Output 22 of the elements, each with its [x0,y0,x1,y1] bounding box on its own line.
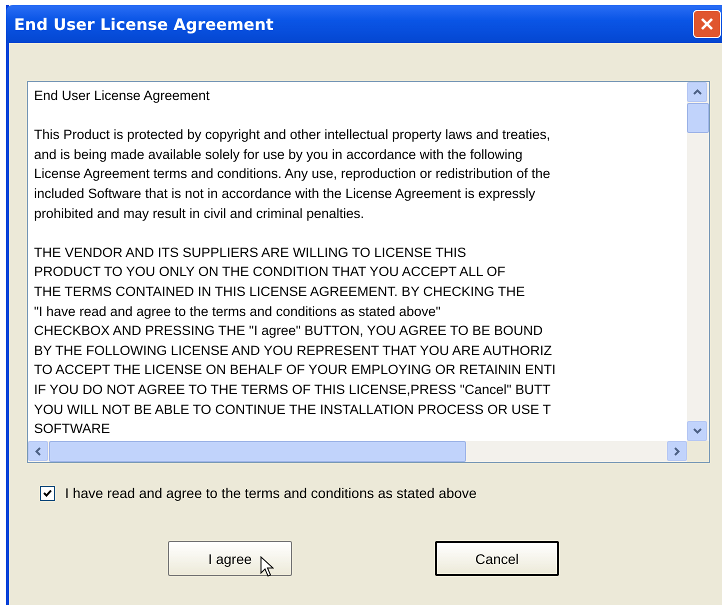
scroll-left-button[interactable] [28,441,48,461]
license-text-area[interactable] [27,81,710,463]
checkmark-icon [43,488,52,498]
license-heading: End User License Agreement [34,87,211,105]
checkbox-label: I have read and agree to the terms and conditions as stated above [65,485,477,501]
window-title: End User License Agreement [14,14,274,34]
scroll-down-button[interactable] [687,421,707,441]
scroll-thumb[interactable] [49,441,466,462]
scroll-up-button[interactable] [687,82,707,102]
mouse-pointer-icon [260,556,274,578]
agree-checkbox[interactable] [40,486,55,500]
scrollbar-corner [687,441,709,462]
vertical-scrollbar[interactable] [687,82,709,441]
cancel-button[interactable]: Cancel [435,541,559,576]
close-icon [700,17,714,31]
agree-button[interactable]: I agree [168,541,292,576]
horizontal-scrollbar[interactable] [28,441,709,462]
license-paragraph: This Product is protected by copyright and other intellectual property laws and treaties, and is being made available solely for use by you in accordance with the following License Agreement terms and conditions. Any use, reproduction or redistribution of the included Software that is not in accordance with the License Agreement is expressly prohibited and may result in civil and criminal penalties. [34,126,552,223]
license-paragraph: THE VENDOR AND ITS SUPPLIERS ARE WILLING TO LICENSE THIS PRODUCT TO YOU ONLY ON THE CONDITION THAT YOU ACCEPT ALL OF THE TERMS CONTAINED IN THIS LICENSE AGREEMENT. BY CHECKING THE "I have read and agree to the terms and conditions as stated above" CHECKBOX AND PRESSING THE "I agree" BUTTON, YOU AGREE TO BE BOUND BY THE FOLLOWING LICENSE AND YOU REPRESENT THAT YOU ARE AUTHORIZ TO ACCEPT THE LICENSE ON BEHALF OF YOUR EMPLOYING OR RETAININ ENTI IF YOU DO NOT AGREE TO THE TERMS OF THIS LICENSE,PRESS "Cancel" BUTT YOU WILL NOT BE ABLE TO CONTINUE THE INSTALLATION PROCESS OR USE T SOFTWARE [34,244,557,438]
scroll-thumb[interactable] [687,103,709,133]
close-button[interactable] [693,10,721,38]
scroll-right-button[interactable] [667,441,687,461]
